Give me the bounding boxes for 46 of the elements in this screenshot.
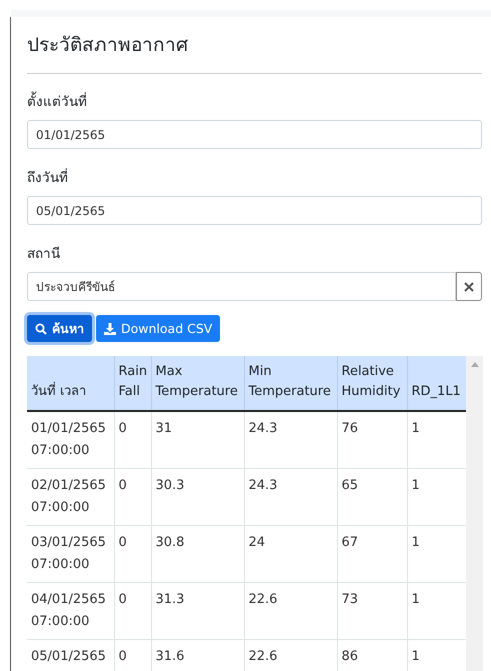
table-cell: 01/01/2565 07:00:00 [27, 411, 114, 468]
table-cell: 02/01/2565 07:00:00 [27, 468, 114, 526]
table-cell: 05/01/2565 [27, 640, 114, 671]
column-header: RD_1L1 [407, 356, 466, 411]
table-cell: 24 [244, 526, 337, 582]
table-cell: 31.3 [151, 582, 244, 640]
scrollbar[interactable] [466, 356, 483, 671]
table-cell: 0 [114, 582, 151, 640]
close-icon [464, 282, 474, 292]
table-cell: 03/01/2565 07:00:00 [27, 526, 114, 582]
table-cell: 73 [337, 582, 407, 640]
search-icon [35, 322, 47, 334]
table-cell: 22.6 [244, 582, 337, 640]
search-button[interactable]: ค้นหา [27, 315, 92, 342]
column-header: Relative Humidity [337, 356, 407, 411]
date-field[interactable]: 05/01/2565 [27, 196, 482, 225]
table-cell: 24.3 [244, 411, 337, 468]
table-cell: 76 [337, 411, 407, 468]
column-header: Min Temperature [244, 356, 337, 411]
table-cell: 0 [114, 526, 151, 582]
column-header: Rain Fall [114, 356, 151, 411]
table-cell: 22.6 [244, 640, 337, 671]
table-cell: 24.3 [244, 468, 337, 526]
table-cell: 04/01/2565 07:00:00 [27, 582, 114, 640]
column-header: วันที่ เวลา [27, 356, 114, 411]
clear-button[interactable] [456, 272, 482, 301]
field-label: ถึงวันที่ [27, 167, 68, 188]
page-title: ประวัติสภาพอากาศ [27, 33, 189, 58]
table-cell: 0 [114, 411, 151, 468]
table-cell: 67 [337, 526, 407, 582]
date-field[interactable]: 01/01/2565 [27, 120, 482, 149]
table-cell: 30.8 [151, 526, 244, 582]
download-icon [104, 322, 116, 334]
table-cell: 65 [337, 468, 407, 526]
table-cell: 31.6 [151, 640, 244, 671]
station-field[interactable]: ประจวบคีรีขันธ์ [27, 272, 456, 301]
download-button[interactable]: Download CSV [96, 315, 220, 342]
field-label: สถานี [27, 245, 60, 264]
column-header: Max Temperature [151, 356, 244, 411]
table-cell: 0 [114, 640, 151, 671]
table-cell: 31 [151, 411, 244, 468]
table-cell: 0 [114, 468, 151, 526]
field-label: ตั้งแต่วันที่ [27, 90, 87, 112]
table-cell: 86 [337, 640, 407, 671]
scroll-up-icon[interactable] [470, 362, 478, 367]
table-cell: 30.3 [151, 468, 244, 526]
